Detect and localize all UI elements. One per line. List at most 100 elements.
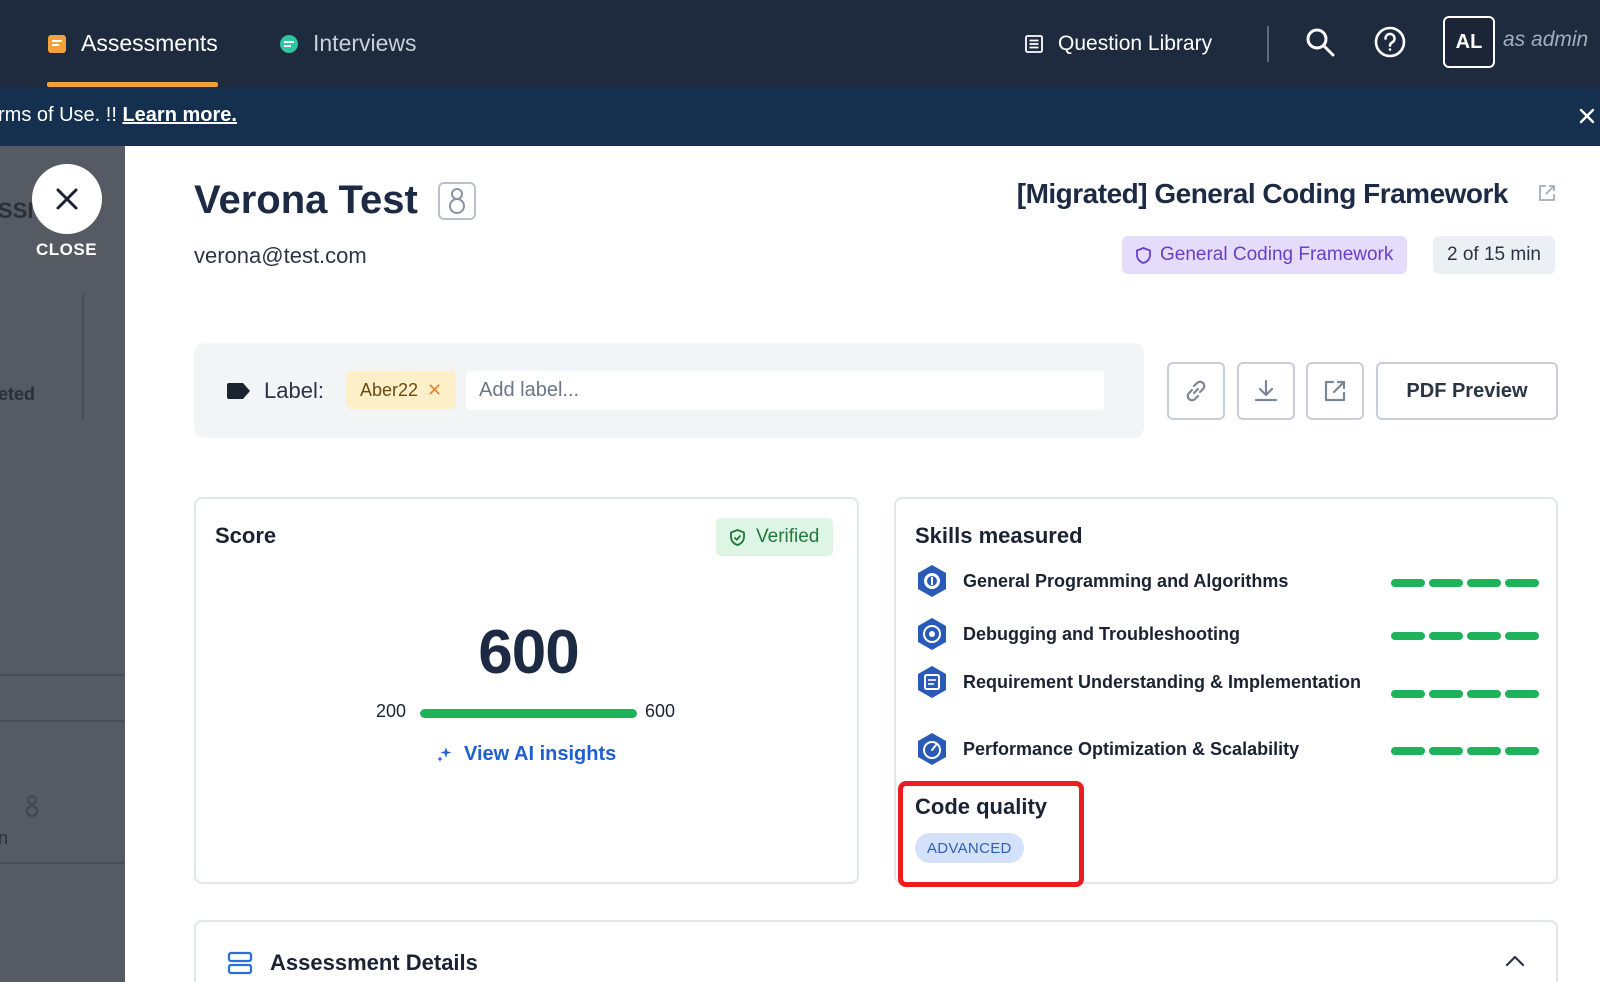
background-assessment-icon — [26, 795, 38, 817]
background-divider — [0, 674, 125, 676]
tab-assessments[interactable]: Assessments — [47, 0, 218, 87]
skill-level-segment — [1505, 579, 1539, 587]
close-icon — [56, 188, 78, 210]
candidate-name: Verona Test — [194, 178, 418, 222]
skill-name: General Programming and Algorithms — [963, 571, 1289, 591]
close-label: CLOSE — [36, 240, 98, 259]
skill-level-segment — [1391, 747, 1425, 755]
source-icon — [449, 188, 465, 214]
tag-icon — [227, 383, 250, 399]
framework-chip: General Coding Framework — [1122, 236, 1408, 274]
skill-name: Performance Optimization & Scalability — [963, 739, 1300, 759]
code-quality-title: Code quality — [915, 794, 1048, 819]
score-range-min: 200 — [376, 701, 407, 721]
skill-level-segment — [1467, 632, 1501, 640]
notice-banner: rms of Use. !! Learn more. — [0, 87, 1600, 146]
skill-level-segment — [1505, 747, 1539, 755]
copy-link-button[interactable] — [1167, 362, 1225, 420]
external-link-icon[interactable] — [1537, 183, 1557, 203]
score-progress-bar — [420, 709, 637, 718]
background-fragment-top: SSI — [0, 198, 34, 223]
label-bar: Label: Aber22 ✕ — [194, 343, 1144, 438]
skills-card: Skills measured General Programming and … — [894, 497, 1558, 884]
skill-level-segment — [1467, 690, 1501, 698]
score-title: Score — [215, 523, 277, 548]
assessment-details-section[interactable]: Assessment Details — [194, 920, 1558, 982]
link-icon — [1186, 380, 1206, 402]
remove-label-icon[interactable]: ✕ — [427, 380, 442, 401]
pdf-preview-button[interactable]: PDF Preview — [1376, 362, 1558, 420]
score-card: Score Verified 600 200 600 View AI insig… — [194, 497, 859, 884]
top-navigation: Assessments Interviews Question Library … — [0, 0, 1600, 87]
skills-title: Skills measured — [915, 523, 1083, 548]
banner-learn-more-link[interactable]: Learn more. — [122, 104, 236, 126]
banner-close-icon[interactable] — [1577, 106, 1597, 126]
banner-text: rms of Use. !! — [0, 104, 123, 126]
download-button[interactable] — [1237, 362, 1295, 420]
sparkle-icon — [437, 746, 452, 762]
test-title[interactable]: [Migrated] General Coding Framework — [1017, 178, 1509, 210]
requirements-skill-icon — [918, 666, 946, 698]
layers-icon — [227, 951, 253, 975]
role-indicator: as admin — [1503, 28, 1589, 51]
download-icon — [1254, 379, 1278, 402]
view-ai-insights-link[interactable]: View AI insights — [436, 743, 616, 766]
skill-level-segment — [1505, 632, 1539, 640]
question-library-link[interactable]: Question Library — [1024, 0, 1212, 87]
background-fragment-mid: eted — [0, 384, 36, 404]
skill-row: Requirement Understanding & Implementati… — [915, 665, 1373, 699]
user-avatar[interactable]: AL — [1443, 16, 1495, 68]
skill-row: Debugging and Troubleshooting — [915, 617, 1373, 651]
verified-badge: Verified — [716, 518, 834, 556]
skill-level-segment — [1429, 632, 1463, 640]
view-ai-insights-label: View AI insights — [464, 743, 617, 765]
skill-name: Debugging and Troubleshooting — [963, 624, 1240, 644]
add-label-input[interactable] — [466, 371, 1104, 410]
background-page-overlay: SSI eted n — [0, 146, 125, 982]
performance-skill-icon — [918, 733, 946, 765]
chevron-up-icon[interactable] — [1504, 954, 1526, 968]
background-fragment-bottom: n — [0, 828, 9, 848]
skill-level-segment — [1429, 747, 1463, 755]
skill-row: Performance Optimization & Scalability — [915, 732, 1373, 766]
skill-level-segment — [1429, 690, 1463, 698]
skill-name: Requirement Understanding & Implementati… — [963, 672, 1362, 692]
skill-level-segment — [1505, 690, 1539, 698]
skill-row: General Programming and Algorithms — [915, 564, 1373, 598]
verified-shield-icon — [730, 529, 745, 546]
time-chip: 2 of 15 min — [1433, 236, 1555, 274]
external-link-icon — [1324, 380, 1346, 402]
background-divider — [82, 294, 84, 420]
skill-level-segment — [1467, 579, 1501, 587]
skill-level-segment — [1467, 747, 1501, 755]
banner-message: rms of Use. !! Learn more. — [0, 104, 237, 127]
code-quality-badge: ADVANCED — [915, 833, 1024, 863]
search-icon[interactable] — [1303, 25, 1337, 59]
skill-level-segment — [1391, 632, 1425, 640]
candidate-source-badge — [438, 182, 476, 220]
background-divider — [0, 862, 125, 864]
skill-level-segment — [1391, 690, 1425, 698]
debugging-skill-icon — [918, 618, 946, 650]
tab-interviews[interactable]: Interviews — [279, 0, 417, 87]
help-icon[interactable] — [1373, 25, 1407, 59]
background-divider — [0, 720, 125, 722]
skill-level-bars — [1391, 579, 1539, 587]
label-chip-text: Aber22 — [360, 379, 419, 400]
score-value: 600 — [478, 618, 579, 687]
question-library-icon — [1025, 34, 1043, 53]
skill-level-bars — [1391, 690, 1539, 698]
tab-interviews-label: Interviews — [313, 30, 417, 56]
score-progress-fill — [420, 709, 637, 718]
assessment-details-title: Assessment Details — [270, 950, 478, 975]
algorithms-skill-icon — [918, 565, 946, 597]
close-button[interactable] — [32, 164, 102, 234]
skill-level-segment — [1391, 579, 1425, 587]
verified-label: Verified — [756, 526, 820, 547]
open-external-button[interactable] — [1306, 362, 1364, 420]
question-library-label: Question Library — [1058, 31, 1213, 55]
interviews-icon — [280, 34, 298, 53]
candidate-email: verona@test.com — [194, 243, 367, 268]
label-chip: Aber22 ✕ — [346, 371, 457, 409]
assessments-icon — [48, 34, 66, 53]
